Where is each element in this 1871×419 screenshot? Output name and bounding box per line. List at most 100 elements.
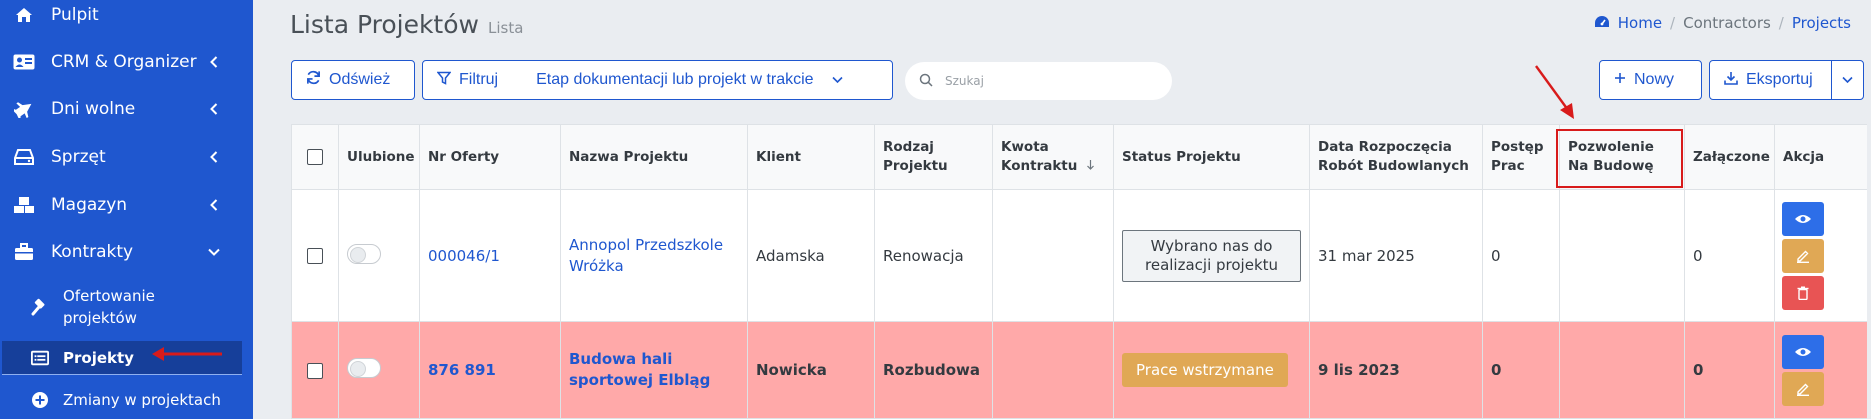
- offer-no-link[interactable]: 000046/1: [419, 189, 561, 322]
- header-status[interactable]: Status Projektu: [1113, 124, 1310, 190]
- breadcrumb-contractors[interactable]: Contractors: [1683, 14, 1771, 32]
- plus-icon: [1614, 71, 1626, 89]
- sidebar-item-sprzet[interactable]: Sprzęt: [0, 137, 253, 177]
- sidebar-item-label: Ofertowanie projektów: [63, 287, 155, 327]
- header-client[interactable]: Klient: [747, 124, 875, 190]
- favorite-toggle[interactable]: [347, 243, 381, 264]
- export-button-label: Eksportuj: [1746, 71, 1813, 88]
- breadcrumb-separator: /: [1778, 14, 1784, 32]
- pencil-icon: [1797, 250, 1809, 263]
- search-icon: [919, 72, 933, 91]
- filter-icon: [436, 71, 452, 90]
- refresh-button[interactable]: Odśwież: [291, 60, 415, 100]
- hdd-icon: [13, 146, 35, 168]
- contract-amount-cell: [992, 321, 1114, 419]
- client-cell: Adamska: [747, 189, 875, 322]
- address-card-icon: [13, 51, 35, 73]
- edit-button[interactable]: [1782, 238, 1824, 273]
- header-progress[interactable]: Postęp Prac: [1482, 124, 1560, 190]
- project-name-link[interactable]: Annopol Przedszkole Wróżka: [560, 189, 748, 322]
- sidebar-item-label: Dni wolne: [51, 99, 136, 119]
- offer-no-link[interactable]: 876 891: [419, 321, 561, 419]
- header-start-date[interactable]: Data Rozpoczęcia Robót Budowlanych: [1309, 124, 1483, 190]
- breadcrumb: Home / Contractors / Projects: [1594, 14, 1851, 32]
- attached-cell: 0: [1684, 189, 1775, 322]
- header-project-type[interactable]: Rodzaj Projektu: [874, 124, 993, 190]
- chevron-left-icon: [208, 199, 220, 211]
- page-subtitle: Lista: [488, 19, 524, 37]
- sidebar-subitem-ofertowanie[interactable]: Ofertowanie projektów: [0, 285, 253, 329]
- sidebar-item-label: Projekty: [63, 349, 134, 367]
- export-button[interactable]: Eksportuj: [1709, 60, 1864, 100]
- edit-button[interactable]: [1782, 371, 1824, 406]
- chevron-down-icon: [208, 246, 220, 258]
- chevron-left-icon: [208, 151, 220, 163]
- header-favorite[interactable]: Ulubione: [338, 124, 420, 190]
- header-attached[interactable]: Załączone: [1684, 124, 1775, 190]
- header-contract-amount-label: Kwota Kontraktu: [1001, 139, 1078, 174]
- contract-amount-cell: [992, 189, 1114, 322]
- select-all-checkbox[interactable]: [307, 148, 323, 165]
- filter-value: Etap dokumentacji lub projekt w trakcie: [536, 71, 814, 88]
- view-button[interactable]: [1782, 334, 1824, 369]
- permit-cell: [1559, 189, 1685, 322]
- sidebar: Pulpit CRM & Organizer Dni wolne Sprzęt: [0, 0, 253, 419]
- header-project-name[interactable]: Nazwa Projektu: [560, 124, 748, 190]
- new-button-label: Nowy: [1634, 71, 1675, 88]
- sidebar-item-kontrakty[interactable]: Kontrakty: [0, 232, 253, 272]
- row-select-cell: [291, 321, 339, 419]
- header-offer-no[interactable]: Nr Oferty: [419, 124, 561, 190]
- projects-table: Ulubione Nr Oferty Nazwa Projektu Klient…: [291, 124, 1867, 419]
- delete-button[interactable]: [1782, 275, 1824, 310]
- attached-cell: 0: [1684, 321, 1775, 419]
- breadcrumb-separator: /: [1670, 14, 1676, 32]
- start-date-cell: 31 mar 2025: [1309, 189, 1483, 322]
- sidebar-item-dni-wolne[interactable]: Dni wolne: [0, 89, 253, 129]
- sidebar-subitem-projekty[interactable]: Projekty: [0, 341, 253, 375]
- status-button[interactable]: Wybrano nas do realizacji projektu: [1122, 229, 1301, 282]
- action-cell: [1774, 321, 1867, 419]
- row-checkbox[interactable]: [307, 248, 323, 264]
- row-checkbox[interactable]: [307, 362, 323, 379]
- chevron-down-icon: [832, 71, 843, 89]
- chevron-left-icon: [208, 56, 220, 68]
- plane-icon: [13, 98, 35, 120]
- sidebar-item-label: Pulpit: [51, 5, 99, 25]
- favorite-cell: [338, 189, 420, 322]
- new-button[interactable]: Nowy: [1599, 60, 1702, 100]
- project-name-link[interactable]: Budowa hali sportowej Elbląg: [560, 321, 748, 419]
- status-badge[interactable]: Prace wstrzymane: [1122, 353, 1288, 387]
- row-select-cell: [291, 189, 339, 322]
- header-permit[interactable]: Pozwolenie Na Budowę: [1559, 124, 1685, 190]
- search-input[interactable]: [945, 74, 1145, 88]
- sidebar-item-magazyn[interactable]: Magazyn: [0, 185, 253, 225]
- filter-button[interactable]: Filtruj Etap dokumentacji lub projekt w …: [422, 60, 893, 100]
- trash-icon: [1797, 286, 1809, 300]
- annotation-arrow-down-icon: [1535, 65, 1574, 119]
- chevron-down-icon[interactable]: [1831, 61, 1863, 99]
- gavel-icon: [31, 298, 49, 316]
- progress-cell: 0: [1482, 189, 1560, 322]
- favorite-toggle[interactable]: [347, 358, 381, 378]
- list-icon: [31, 349, 49, 367]
- sort-down-icon: [1086, 158, 1095, 174]
- header-contract-amount[interactable]: Kwota Kontraktu: [992, 124, 1114, 190]
- plus-circle-icon: [31, 391, 49, 409]
- sidebar-item-crm[interactable]: CRM & Organizer: [0, 42, 253, 82]
- page-title: Lista Projektów: [290, 10, 479, 39]
- breadcrumb-home[interactable]: Home: [1618, 14, 1662, 32]
- home-icon: [13, 4, 35, 26]
- breadcrumb-projects[interactable]: Projects: [1792, 14, 1851, 32]
- sidebar-item-pulpit[interactable]: Pulpit: [0, 0, 253, 35]
- action-cell: [1774, 189, 1867, 322]
- search-box[interactable]: [905, 62, 1172, 100]
- header-select-all[interactable]: [291, 124, 339, 190]
- progress-cell: 0: [1482, 321, 1560, 419]
- refresh-icon: [306, 70, 321, 90]
- dashboard-icon: [1594, 14, 1610, 32]
- table-row: 000046/1 Annopol Przedszkole Wróżka Adam…: [291, 189, 1867, 322]
- sidebar-subitem-zmiany[interactable]: Zmiany w projektach: [0, 385, 253, 415]
- filter-button-label: Filtruj: [459, 71, 499, 88]
- header-action: Akcja: [1774, 124, 1867, 190]
- view-button[interactable]: [1782, 201, 1824, 236]
